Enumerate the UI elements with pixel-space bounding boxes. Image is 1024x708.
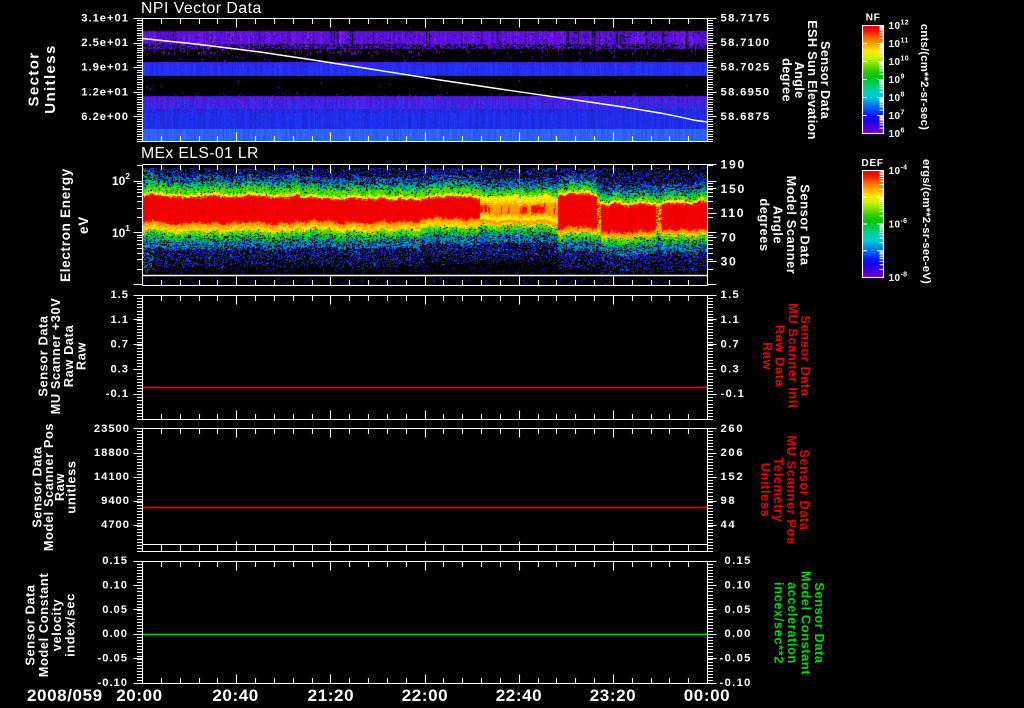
svg-text:1.2e+01: 1.2e+01 <box>81 86 129 98</box>
svg-text:Sector: Sector <box>26 51 43 106</box>
svg-text:2008/059: 2008/059 <box>27 686 103 705</box>
svg-text:70: 70 <box>721 230 738 244</box>
svg-text:22:40: 22:40 <box>496 686 542 705</box>
svg-text:0.00: 0.00 <box>102 628 128 640</box>
svg-text:9400: 9400 <box>101 495 130 507</box>
svg-text:108: 108 <box>889 91 905 104</box>
svg-text:14100: 14100 <box>94 471 130 483</box>
svg-text:incex/sec**2: incex/sec**2 <box>772 582 787 664</box>
svg-text:30: 30 <box>721 255 738 269</box>
svg-text:98: 98 <box>721 495 737 507</box>
svg-text:1.1: 1.1 <box>110 314 129 326</box>
svg-text:Raw: Raw <box>73 342 88 370</box>
svg-text:DEF: DEF <box>861 158 883 169</box>
svg-text:44: 44 <box>721 519 737 531</box>
svg-text:0.05: 0.05 <box>725 604 752 616</box>
svg-text:Unitless: Unitless <box>758 463 773 518</box>
svg-text:109: 109 <box>889 73 905 86</box>
svg-text:Raw: Raw <box>760 342 775 370</box>
svg-text:0.7: 0.7 <box>110 339 129 351</box>
svg-text:10-4: 10-4 <box>889 164 908 177</box>
svg-text:1.5: 1.5 <box>721 289 741 301</box>
svg-text:58.7025: 58.7025 <box>721 62 771 74</box>
svg-text:0.10: 0.10 <box>102 579 128 591</box>
svg-text:102: 102 <box>112 171 130 188</box>
svg-text:0.3: 0.3 <box>110 363 129 375</box>
svg-text:1012: 1012 <box>889 19 910 32</box>
svg-text:0.10: 0.10 <box>725 579 752 591</box>
svg-text:1.1: 1.1 <box>721 314 741 326</box>
svg-text:260: 260 <box>721 423 745 435</box>
svg-text:152: 152 <box>721 471 745 483</box>
svg-text:0.05: 0.05 <box>102 604 128 616</box>
svg-text:0.15: 0.15 <box>725 555 752 567</box>
svg-text:190: 190 <box>721 158 746 172</box>
svg-text:-0.1: -0.1 <box>721 388 746 400</box>
svg-text:0.00: 0.00 <box>725 628 752 640</box>
svg-text:-0.1: -0.1 <box>106 388 129 400</box>
svg-text:index/sec: index/sec <box>63 593 78 657</box>
svg-text:MEx ELS-01 LR: MEx ELS-01 LR <box>141 145 259 162</box>
svg-text:10-8: 10-8 <box>889 271 908 284</box>
svg-text:4700: 4700 <box>101 519 130 531</box>
svg-text:3.1e+01: 3.1e+01 <box>81 13 129 25</box>
svg-text:6.2e+00: 6.2e+00 <box>81 111 129 123</box>
svg-text:1011: 1011 <box>889 37 909 50</box>
svg-text:107: 107 <box>889 109 905 122</box>
svg-text:23500: 23500 <box>94 423 130 435</box>
svg-text:0.3: 0.3 <box>721 363 741 375</box>
svg-text:58.6950: 58.6950 <box>721 86 771 98</box>
svg-text:unitless: unitless <box>64 460 79 513</box>
svg-text:ergs/(cm**2-sr-sec-eV): ergs/(cm**2-sr-sec-eV) <box>920 159 932 284</box>
svg-text:1010: 1010 <box>889 55 910 68</box>
svg-text:22:00: 22:00 <box>402 686 448 705</box>
svg-text:degrees: degrees <box>757 198 772 251</box>
svg-text:58.7100: 58.7100 <box>721 37 771 49</box>
svg-text:NF: NF <box>866 13 881 24</box>
svg-text:0.15: 0.15 <box>102 555 128 567</box>
svg-text:58.6875: 58.6875 <box>721 111 771 123</box>
svg-text:1.9e+01: 1.9e+01 <box>81 62 129 74</box>
svg-text:0.7: 0.7 <box>721 339 741 351</box>
svg-text:150: 150 <box>721 182 746 196</box>
svg-text:20:00: 20:00 <box>116 686 162 705</box>
svg-text:-0.05: -0.05 <box>98 653 129 665</box>
svg-text:58.7175: 58.7175 <box>721 13 771 25</box>
svg-text:21:20: 21:20 <box>308 686 354 705</box>
svg-text:cnts/(cm**2-sr-sec): cnts/(cm**2-sr-sec) <box>918 24 930 130</box>
svg-text:106: 106 <box>889 127 905 140</box>
svg-text:206: 206 <box>721 447 745 459</box>
svg-text:23:20: 23:20 <box>590 686 636 705</box>
svg-text:Electron Energy: Electron Energy <box>58 168 73 282</box>
svg-text:-0.05: -0.05 <box>720 653 752 665</box>
svg-text:00:00: 00:00 <box>684 686 730 705</box>
svg-text:20:40: 20:40 <box>212 686 258 705</box>
svg-text:110: 110 <box>721 206 746 220</box>
svg-text:eV: eV <box>76 216 91 234</box>
svg-text:2.5e+01: 2.5e+01 <box>81 37 129 49</box>
svg-text:18800: 18800 <box>94 447 130 459</box>
svg-text:degree: degree <box>779 58 794 102</box>
svg-text:10-6: 10-6 <box>889 218 908 231</box>
svg-text:NPI Vector Data: NPI Vector Data <box>141 0 262 17</box>
svg-text:1.5: 1.5 <box>110 289 129 301</box>
svg-text:101: 101 <box>112 223 130 240</box>
svg-text:Unitless: Unitless <box>42 44 59 114</box>
